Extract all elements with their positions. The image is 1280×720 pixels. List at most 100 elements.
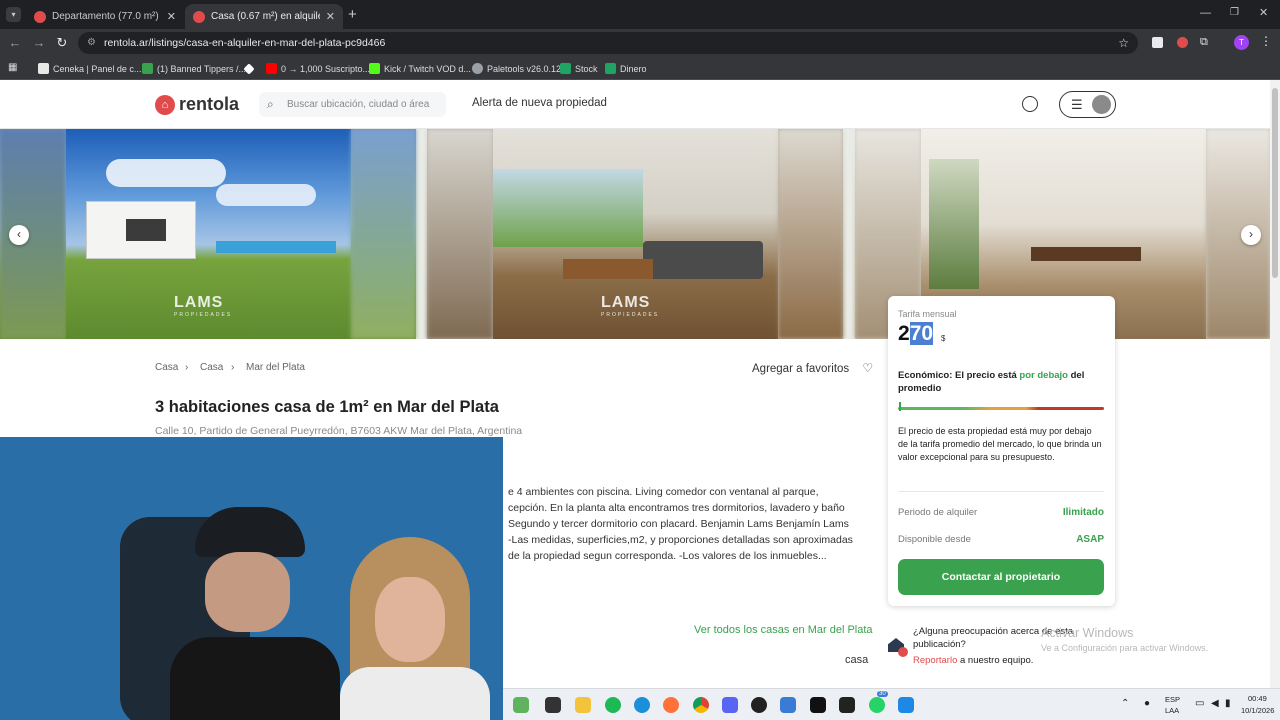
description-line: e 4 ambientes con piscina. Living comedo… — [508, 486, 819, 498]
folder-icon[interactable] — [575, 697, 591, 713]
hamburger-icon: ☰ — [1071, 97, 1083, 112]
bookmark-item[interactable]: Stock — [560, 61, 598, 76]
close-icon[interactable]: ✕ — [167, 10, 176, 23]
gallery-prev-button[interactable]: ‹ — [9, 225, 29, 245]
bookmark-item[interactable]: Ceneka | Panel de c... — [38, 61, 141, 76]
contact-owner-button[interactable]: Contactar al propietario — [898, 559, 1104, 595]
activation-subtitle: Ve a Configuración para activar Windows. — [1041, 643, 1209, 653]
whatsapp-icon[interactable] — [869, 697, 885, 713]
bookmark-label: Ceneka | Panel de c... — [53, 63, 142, 74]
language-bottom[interactable]: LAA — [1165, 706, 1179, 715]
notification-badge: 30 — [877, 691, 888, 697]
chevron-up-icon[interactable]: ⌃ — [1121, 698, 1129, 709]
clock-time[interactable]: 00:49 — [1248, 694, 1267, 703]
reload-icon[interactable]: ↻ — [53, 34, 71, 52]
language-top[interactable]: ESP — [1165, 695, 1180, 704]
tab-casa[interactable]: Casa (0.67 m²) en alquiler en M ✕ — [185, 4, 343, 29]
scrollbar-thumb[interactable] — [1272, 88, 1278, 278]
restore-icon[interactable]: ❐ — [1230, 7, 1239, 18]
sheets-icon — [605, 63, 616, 74]
person-face — [205, 552, 290, 632]
firefox-icon[interactable] — [663, 697, 679, 713]
available-from-value: ASAP — [1076, 534, 1104, 545]
bookmark-item[interactable]: Paletools v26.0.12 — [472, 61, 561, 76]
avatar[interactable]: T — [1234, 35, 1249, 50]
close-icon[interactable]: ✕ — [326, 10, 335, 23]
gallery-next-button[interactable]: › — [1241, 225, 1261, 245]
taskbar-app-icon[interactable] — [545, 697, 561, 713]
bookmark-item[interactable] — [243, 61, 257, 76]
bookmark-favicon — [243, 62, 255, 75]
table-shape — [563, 259, 653, 279]
bookmark-item[interactable]: 0 → 1,000 Suscripto... — [266, 61, 370, 76]
kick-icon — [369, 63, 380, 74]
user-menu-button[interactable]: ☰ — [1059, 91, 1116, 118]
globe-icon[interactable] — [1022, 96, 1038, 112]
bookmark-label: Paletools v26.0.12 — [487, 63, 562, 74]
currency-symbol: $ — [941, 334, 946, 343]
property-photo[interactable]: LAMS PROPIEDADES — [427, 129, 843, 339]
bookmark-item[interactable]: Kick / Twitch VOD d... — [369, 61, 471, 76]
see-all-houses-link[interactable]: Ver todos los casas en Mar del Plata — [694, 624, 873, 636]
cloud-shape — [216, 184, 316, 206]
logo[interactable]: ⌂ rentola — [155, 94, 239, 115]
breadcrumb-item[interactable]: Casa — [155, 362, 178, 373]
extension-icon[interactable] — [1177, 37, 1188, 48]
address-bar[interactable]: ⚙ rentola.ar/listings/casa-en-alquiler-e… — [78, 32, 1138, 54]
price-card: Tarifa mensual 270 $ Económico: El preci… — [888, 296, 1115, 606]
network-icon[interactable]: ▭ — [1195, 698, 1204, 709]
price-digit: 2 — [898, 322, 910, 345]
menu-icon[interactable]: ⋮ — [1260, 34, 1272, 48]
page-scrollbar[interactable] — [1270, 80, 1280, 688]
edge-icon[interactable] — [634, 697, 650, 713]
econ-highlight: por debajo — [1019, 370, 1068, 381]
bookmark-favicon — [38, 63, 49, 74]
person-face — [375, 577, 445, 662]
bookmark-item[interactable]: (1) Banned Tippers /... — [142, 61, 246, 76]
report-link[interactable]: Reportarlo — [913, 655, 957, 666]
property-photo[interactable]: LAMS PROPIEDADES — [0, 129, 416, 339]
new-property-alert-link[interactable]: Alerta de nueva propiedad — [472, 97, 607, 109]
bookmark-label: Kick / Twitch VOD d... — [384, 63, 471, 74]
table-shape — [1031, 247, 1141, 261]
battery-icon[interactable]: ▮ — [1225, 698, 1231, 709]
discord-icon[interactable] — [722, 697, 738, 713]
rentola-favicon — [34, 10, 46, 23]
volume-icon[interactable]: ◀ — [1211, 698, 1219, 709]
add-to-favorites-button[interactable]: Agregar a favoritos ♡ — [752, 361, 873, 375]
taskbar-app-icon[interactable] — [751, 697, 767, 713]
apps-icon[interactable]: ▦ — [8, 62, 17, 73]
close-window-icon[interactable]: ✕ — [1259, 6, 1268, 19]
taskbar-app-icon[interactable] — [513, 697, 529, 713]
econ-prefix: Económico: El precio está — [898, 370, 1020, 381]
tab-departamento[interactable]: Departamento (77.0 m²) en alqu ✕ — [26, 4, 184, 29]
spotify-icon[interactable] — [605, 697, 621, 713]
pool-shape — [216, 241, 336, 253]
browser-tab-bar: ▾ Departamento (77.0 m²) en alqu ✕ Casa … — [0, 0, 1280, 29]
bookmark-item[interactable]: Dinero — [605, 61, 647, 76]
watermark: LAMS PROPIEDADES — [174, 294, 232, 318]
puzzle-icon[interactable]: ⧉ — [1200, 36, 1208, 49]
breadcrumb-item[interactable]: Casa — [200, 362, 223, 373]
clock-date[interactable]: 10/1/2026 — [1241, 706, 1274, 715]
tab-search-button[interactable]: ▾ — [6, 7, 21, 22]
youtube-icon — [266, 63, 277, 74]
site-info-icon[interactable]: ⚙ — [87, 32, 96, 54]
taskbar-app-icon[interactable] — [898, 697, 914, 713]
breadcrumb-item[interactable]: Mar del Plata — [246, 362, 305, 373]
extension-icon[interactable] — [1152, 37, 1163, 48]
forward-icon[interactable]: → — [30, 34, 48, 52]
activation-title: Activar Windows — [1041, 626, 1134, 640]
minimize-icon[interactable]: — — [1200, 7, 1211, 19]
taskbar-app-icon[interactable] — [839, 697, 855, 713]
back-icon[interactable]: ← — [6, 34, 24, 52]
house-icon: ⌂ — [155, 94, 175, 115]
tiktok-icon[interactable] — [810, 697, 826, 713]
microphone-icon[interactable]: ● — [1144, 698, 1150, 709]
chevron-right-icon: › — [231, 362, 235, 373]
chrome-icon[interactable] — [693, 697, 709, 713]
taskbar-app-icon[interactable] — [780, 697, 796, 713]
new-tab-button[interactable]: + — [348, 6, 357, 23]
bookmark-star-icon[interactable]: ☆ — [1118, 32, 1129, 54]
search-input[interactable]: ⌕ Buscar ubicación, ciudad o área — [259, 92, 446, 117]
